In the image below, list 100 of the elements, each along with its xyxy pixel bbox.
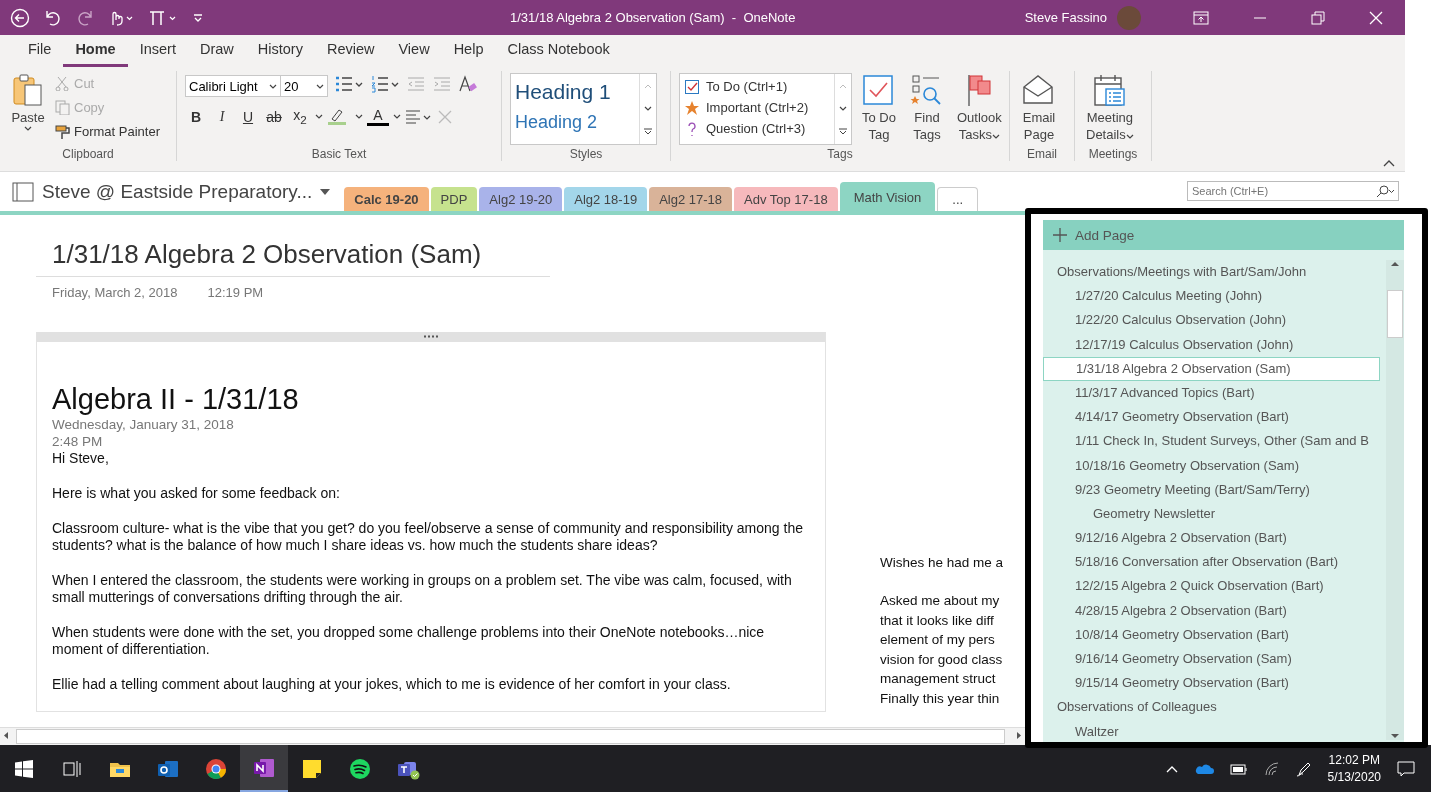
email-page-button[interactable]: Email Page <box>1018 71 1060 146</box>
notebook-picker[interactable]: Steve @ Eastside Preparatory... <box>12 180 331 203</box>
page-item[interactable]: Waltzer <box>1043 719 1380 742</box>
user-name[interactable]: Steve Fassino <box>1024 10 1107 26</box>
undo-icon[interactable] <box>44 8 62 27</box>
page-item[interactable]: 12/2/15 Algebra 2 Quick Observation (Bart) <box>1043 574 1380 599</box>
section-tab[interactable]: Adv Top 17-18 <box>734 186 838 211</box>
caret-icon <box>269 83 277 89</box>
section-tab[interactable]: PDP <box>430 186 478 211</box>
ribbon-tab[interactable]: History <box>245 41 315 68</box>
page-item[interactable]: 4/14/17 Geometry Observation (Bart) <box>1043 405 1380 430</box>
wifi-icon[interactable] <box>1263 761 1280 776</box>
section-tab[interactable]: Alg2 17-18 <box>649 186 732 211</box>
page-title[interactable]: 1/31/18 Algebra 2 Observation (Sam) <box>36 238 550 277</box>
tag-option[interactable]: To Do (Ctrl+1) <box>684 76 830 98</box>
numbered-list-icon[interactable] <box>370 75 400 94</box>
ribbon-tab[interactable]: Review <box>314 41 387 68</box>
add-page-button[interactable]: Add Page <box>1043 220 1404 250</box>
page-item[interactable]: 10/18/16 Geometry Observation (Sam) <box>1043 453 1380 478</box>
clipboard-button[interactable]: Format Painter <box>54 119 160 144</box>
format-button[interactable]: I <box>211 108 233 125</box>
format-button[interactable]: x$_{2}$ <box>289 107 311 126</box>
section-tab[interactable]: Math Vision <box>839 181 936 211</box>
caret-icon <box>316 83 324 89</box>
page-item[interactable]: 10/8/14 Geometry Observation (Bart) <box>1043 622 1380 647</box>
pen-icon[interactable] <box>1295 760 1312 777</box>
note-date: Wednesday, January 31, 2018 <box>52 415 235 433</box>
style-option[interactable]: Heading 2 <box>515 107 635 139</box>
page-item[interactable]: 1/11 Check In, Student Surveys, Other (Sam and B <box>1043 429 1380 454</box>
drag-handle-icon[interactable] <box>423 335 439 338</box>
format-button[interactable]: B <box>185 108 207 125</box>
ribbon-tab[interactable]: File <box>16 41 64 68</box>
style-option[interactable]: Heading 1 <box>515 76 635 108</box>
customize-icon[interactable] <box>192 11 204 24</box>
page-item[interactable]: 9/23 Geometry Meeting (Bart/Sam/Terry) <box>1043 477 1380 502</box>
tag-button[interactable]: Outlook Tasks <box>954 71 1005 146</box>
collapse-icon[interactable] <box>1383 159 1395 168</box>
page-item[interactable]: 4/28/15 Algebra 2 Observation (Bart) <box>1043 598 1380 623</box>
scroll-down-icon[interactable] <box>1390 732 1400 740</box>
search-field[interactable]: Search (Ctrl+E) <box>1187 181 1399 202</box>
close-icon[interactable] <box>1369 10 1383 25</box>
format-button[interactable]: U <box>237 108 259 125</box>
tag-button[interactable]: To Do Tag <box>858 71 900 146</box>
section-tab[interactable]: Alg2 19-20 <box>479 186 563 211</box>
back-icon[interactable] <box>10 7 30 28</box>
font-color-button[interactable]: A <box>367 107 389 126</box>
font-size-field[interactable]: 20 <box>280 75 328 98</box>
paste-button[interactable]: Paste <box>8 71 48 146</box>
format-button[interactable]: ab <box>263 108 285 125</box>
page-item[interactable]: 9/16/14 Geometry Observation (Sam) <box>1043 647 1380 672</box>
more-icon[interactable] <box>643 127 653 136</box>
page-item[interactable]: 9/15/14 Geometry Observation (Bart) <box>1043 671 1380 696</box>
chevron-up-icon[interactable] <box>1165 764 1178 773</box>
ribbon-display-icon[interactable] <box>1193 10 1209 25</box>
page-item[interactable]: 11/3/17 Advanced Topics (Bart) <box>1043 380 1380 406</box>
clear-formatting-icon[interactable] <box>458 75 478 94</box>
section-tab[interactable]: Alg2 18-19 <box>564 186 648 211</box>
battery-icon[interactable] <box>1229 761 1248 776</box>
ribbon-tab[interactable]: View <box>386 41 442 68</box>
ribbon-tab[interactable]: Help <box>441 41 496 68</box>
page-item[interactable]: 1/22/20 Calculus Observation (John) <box>1043 308 1380 333</box>
more-sections-tab[interactable]: ... <box>937 186 979 211</box>
scroll-thumb[interactable] <box>1387 290 1403 338</box>
tag-button[interactable]: Find Tags <box>906 71 948 146</box>
notification-icon[interactable] <box>1397 760 1415 777</box>
section-tab[interactable]: Calc 19-20 <box>344 186 429 211</box>
ribbon-tab[interactable]: Class Notebook <box>495 41 622 68</box>
tag-option[interactable]: Important (Ctrl+2) <box>684 97 830 119</box>
plus-icon <box>1053 228 1067 242</box>
page-item[interactable]: 5/18/16 Conversation after Observation (Bart) <box>1043 550 1380 575</box>
page-item[interactable]: Observations/Meetings with Bart/Sam/John <box>1043 260 1380 285</box>
scissors-icon <box>54 75 70 92</box>
scroll-up-icon[interactable] <box>1390 260 1400 268</box>
ribbon-tab[interactable]: Insert <box>127 41 188 68</box>
meeting-details-button[interactable]: Meeting Details <box>1083 71 1137 146</box>
page-item[interactable]: 12/17/19 Calculus Observation (John) <box>1043 332 1380 357</box>
page-item[interactable]: Observations of Colleagues <box>1043 695 1380 720</box>
vertical-scrollbar[interactable] <box>1386 260 1404 740</box>
caret-icon <box>992 134 1000 140</box>
star-icon <box>684 99 700 116</box>
group-label: Email <box>1026 146 1058 162</box>
page-item[interactable]: 1/31/18 Algebra 2 Observation (Sam) <box>1043 356 1380 381</box>
redo-icon[interactable] <box>76 8 94 27</box>
note-line: management struct <box>880 670 997 688</box>
cloud-icon[interactable] <box>1193 762 1214 775</box>
page-item[interactable]: 9/12/16 Algebra 2 Observation (Bart) <box>1043 526 1380 551</box>
page-item[interactable]: Geometry Newsletter <box>1043 501 1380 527</box>
caret-icon <box>24 126 32 132</box>
note-paragraph: Classroom culture- what is the vibe that you get? do you feel/observe a sense of community and responsibility among the students? what is the balance of how much I share ideas vs. how much the students share ideas? <box>52 519 804 554</box>
bullet-list-icon[interactable] <box>334 75 364 94</box>
ribbon-tab[interactable]: Draw <box>187 41 246 68</box>
horizontal-scrollbar[interactable] <box>0 727 1025 745</box>
page-item[interactable]: 1/27/20 Calculus Meeting (John) <box>1043 284 1380 309</box>
tag-option[interactable]: Question (Ctrl+3) <box>684 118 830 140</box>
equation-icon[interactable] <box>148 8 178 27</box>
clock-date[interactable]: 5/13/2020 <box>1327 768 1381 786</box>
restore-icon[interactable] <box>1311 10 1325 25</box>
font-name-field[interactable]: Calibri Light <box>185 75 281 98</box>
clock-time[interactable]: 12:02 PM <box>1327 751 1381 769</box>
more-icon[interactable] <box>838 127 848 136</box>
